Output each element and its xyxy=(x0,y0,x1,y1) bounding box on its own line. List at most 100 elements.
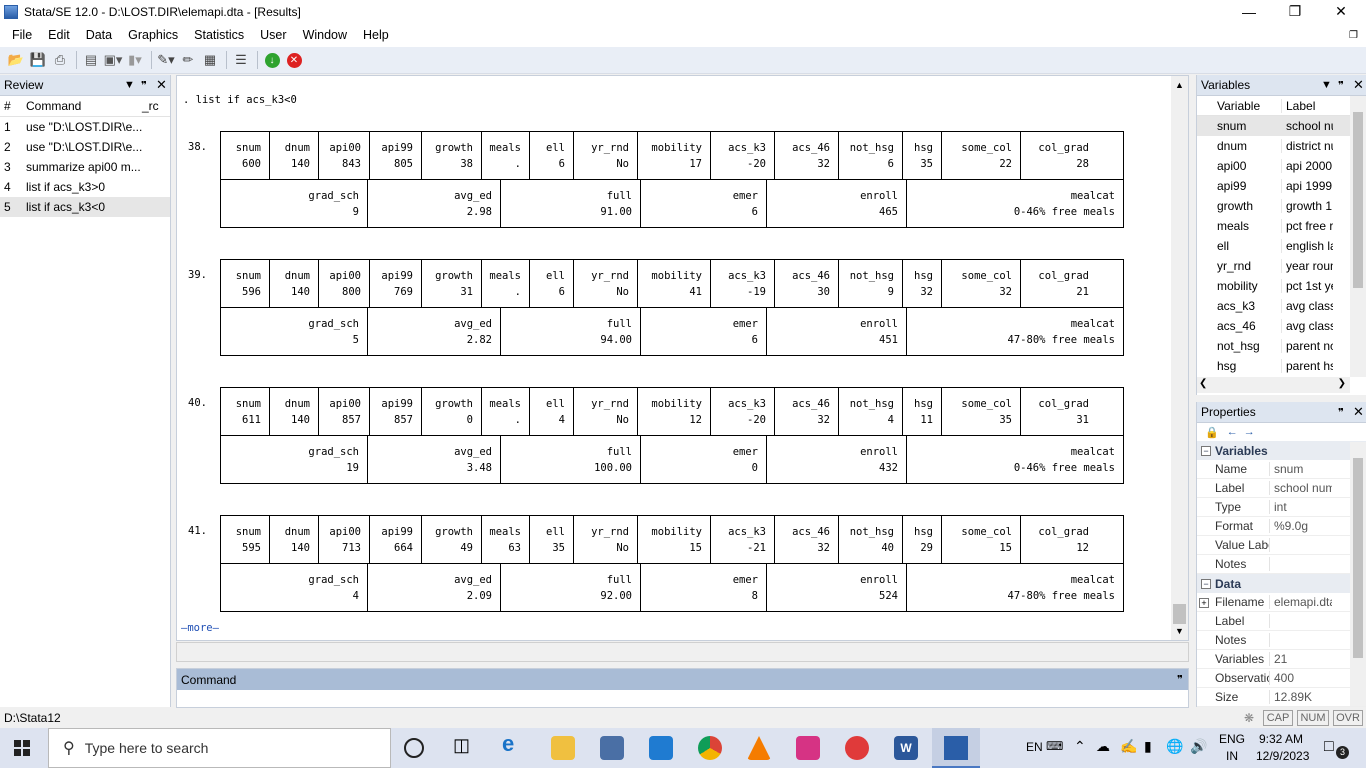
close-panel-icon[interactable]: ✕ xyxy=(156,77,167,93)
property-row[interactable]: Observations 400 xyxy=(1197,669,1366,688)
cortana-icon[interactable] xyxy=(404,738,424,758)
data-browser-icon[interactable]: ▦ xyxy=(200,50,220,70)
variable-row[interactable]: mobility pct 1st ye xyxy=(1197,276,1366,296)
app-icon[interactable] xyxy=(845,736,869,760)
property-row[interactable]: Format %9.0g xyxy=(1197,517,1366,536)
variable-row[interactable]: snum school nu xyxy=(1197,116,1366,136)
property-row[interactable]: Value Label xyxy=(1197,536,1366,555)
variable-row[interactable]: growth growth 1 xyxy=(1197,196,1366,216)
print-icon[interactable]: ⎙ xyxy=(50,50,70,70)
results-scrollbar[interactable]: ▲ ▼ xyxy=(1171,76,1188,640)
keyboard-icon[interactable]: ⌨ xyxy=(1046,739,1063,753)
variable-row[interactable]: ell english la xyxy=(1197,236,1366,256)
command-input[interactable] xyxy=(177,690,1188,708)
variable-row[interactable]: meals pct free r xyxy=(1197,216,1366,236)
property-row[interactable]: Name snum xyxy=(1197,460,1366,479)
close-panel-icon[interactable]: ✕ xyxy=(1353,404,1364,420)
back-icon[interactable]: ← xyxy=(1227,426,1238,438)
lock-icon[interactable]: 🔒 xyxy=(1205,426,1219,439)
property-row[interactable]: Type int xyxy=(1197,498,1366,517)
menu-statistics[interactable]: Statistics xyxy=(186,28,252,42)
restore-button[interactable]: ❐ xyxy=(1272,0,1318,23)
collapse-icon[interactable]: − xyxy=(1201,578,1211,589)
file-explorer-icon[interactable] xyxy=(551,736,575,760)
word-icon[interactable]: W xyxy=(894,736,918,760)
review-row[interactable]: 1 use "D:\LOST.DIR\e... xyxy=(0,117,170,137)
keyboard-language[interactable]: ENG xyxy=(1219,732,1245,746)
close-panel-icon[interactable]: ✕ xyxy=(1353,77,1364,93)
review-row[interactable]: 3 summarize api00 m... xyxy=(0,157,170,177)
log-icon[interactable]: ▤ xyxy=(81,50,101,70)
collapse-icon[interactable]: − xyxy=(1201,445,1211,456)
edge-icon[interactable]: e xyxy=(502,731,526,756)
variable-row[interactable]: yr_rnd year roun xyxy=(1197,256,1366,276)
col-rc[interactable]: _rc xyxy=(138,99,168,113)
variable-row[interactable]: dnum district nu xyxy=(1197,136,1366,156)
review-row[interactable]: 5 list if acs_k3<0 xyxy=(0,197,170,217)
chrome-icon[interactable] xyxy=(698,736,722,760)
scroll-left-icon[interactable]: ❮ xyxy=(1199,378,1207,389)
app-icon[interactable] xyxy=(796,736,820,760)
variable-row[interactable]: api00 api 2000 xyxy=(1197,156,1366,176)
variable-row[interactable]: acs_46 avg class xyxy=(1197,316,1366,336)
input-language[interactable]: EN xyxy=(1026,740,1043,754)
do-file-editor-icon[interactable]: ✎▾ xyxy=(156,50,176,70)
scroll-thumb[interactable] xyxy=(1353,112,1363,288)
mail-icon[interactable] xyxy=(649,736,673,760)
scroll-thumb[interactable] xyxy=(1353,458,1363,658)
variable-row[interactable]: not_hsg parent nc xyxy=(1197,336,1366,356)
filter-icon[interactable]: ▼ xyxy=(124,79,135,91)
properties-scrollbar[interactable] xyxy=(1350,442,1366,706)
vlc-icon[interactable] xyxy=(747,736,771,760)
results-window[interactable]: . list if acs_k3<0 38. snum 600 dnum 140 api0… xyxy=(176,75,1189,641)
task-view-icon[interactable]: ◫ xyxy=(453,735,477,759)
battery-icon[interactable]: ▮ xyxy=(1144,738,1152,755)
network-icon[interactable]: 🌐 xyxy=(1166,738,1183,755)
scroll-right-icon[interactable]: ❯ xyxy=(1338,378,1346,389)
scroll-thumb[interactable] xyxy=(1173,604,1186,624)
menu-file[interactable]: File xyxy=(4,28,40,42)
variable-row[interactable]: hsg parent hs xyxy=(1197,356,1366,376)
open-icon[interactable]: 📂 xyxy=(6,50,26,70)
taskbar-search[interactable]: ⚲ Type here to search xyxy=(48,728,391,768)
variable-row[interactable]: acs_k3 avg class xyxy=(1197,296,1366,316)
show-hidden-icons-icon[interactable]: ⌃ xyxy=(1074,738,1086,755)
mdi-restore-icon[interactable]: ❐ xyxy=(1349,30,1358,41)
more-link[interactable]: —more— xyxy=(181,622,219,634)
clock-time[interactable]: 9:32 AM xyxy=(1259,732,1303,746)
data-editor-icon[interactable]: ✏ xyxy=(178,50,198,70)
col-number[interactable]: # xyxy=(0,99,22,113)
pin-icon[interactable]: ❞ xyxy=(1177,673,1183,686)
property-row[interactable]: Size 12.89K xyxy=(1197,688,1366,707)
scroll-up-icon[interactable]: ▲ xyxy=(1175,80,1184,90)
more-icon[interactable]: ↓ xyxy=(262,50,282,70)
property-row[interactable]: + Filename elemapi.dta xyxy=(1197,593,1366,612)
viewer-icon[interactable]: ▣▾ xyxy=(103,50,123,70)
properties-section-data[interactable]: − Data xyxy=(1197,574,1366,593)
stata-taskbar-button[interactable] xyxy=(932,728,980,768)
col-command[interactable]: Command xyxy=(22,99,138,113)
review-row[interactable]: 2 use "D:\LOST.DIR\e... xyxy=(0,137,170,157)
break-icon[interactable]: ✕ xyxy=(284,50,304,70)
variable-row[interactable]: api99 api 1999 xyxy=(1197,176,1366,196)
property-row[interactable]: Label xyxy=(1197,612,1366,631)
windows-start-icon[interactable] xyxy=(14,740,30,756)
minimize-button[interactable]: — xyxy=(1226,0,1272,23)
scroll-down-icon[interactable]: ▼ xyxy=(1175,626,1184,636)
property-row[interactable]: Variables 21 xyxy=(1197,650,1366,669)
properties-section-variables[interactable]: − Variables xyxy=(1197,441,1366,460)
menu-graphics[interactable]: Graphics xyxy=(120,28,186,42)
variables-manager-icon[interactable]: ☰ xyxy=(231,50,251,70)
keyboard-region[interactable]: IN xyxy=(1226,749,1238,763)
variables-vscrollbar[interactable] xyxy=(1350,96,1366,377)
pen-icon[interactable]: ✍ xyxy=(1120,738,1137,755)
filter-icon[interactable]: ▼ xyxy=(1321,79,1332,91)
property-row[interactable]: Label school num xyxy=(1197,479,1366,498)
expand-icon[interactable]: + xyxy=(1199,597,1209,608)
forward-icon[interactable]: → xyxy=(1244,426,1255,438)
property-row[interactable]: Notes xyxy=(1197,631,1366,650)
pin-icon[interactable]: ❞ xyxy=(1338,79,1344,92)
notification-icon[interactable]: □ xyxy=(1324,738,1334,756)
graph-icon[interactable]: ▮▾ xyxy=(125,50,145,70)
store-icon[interactable] xyxy=(600,736,624,760)
